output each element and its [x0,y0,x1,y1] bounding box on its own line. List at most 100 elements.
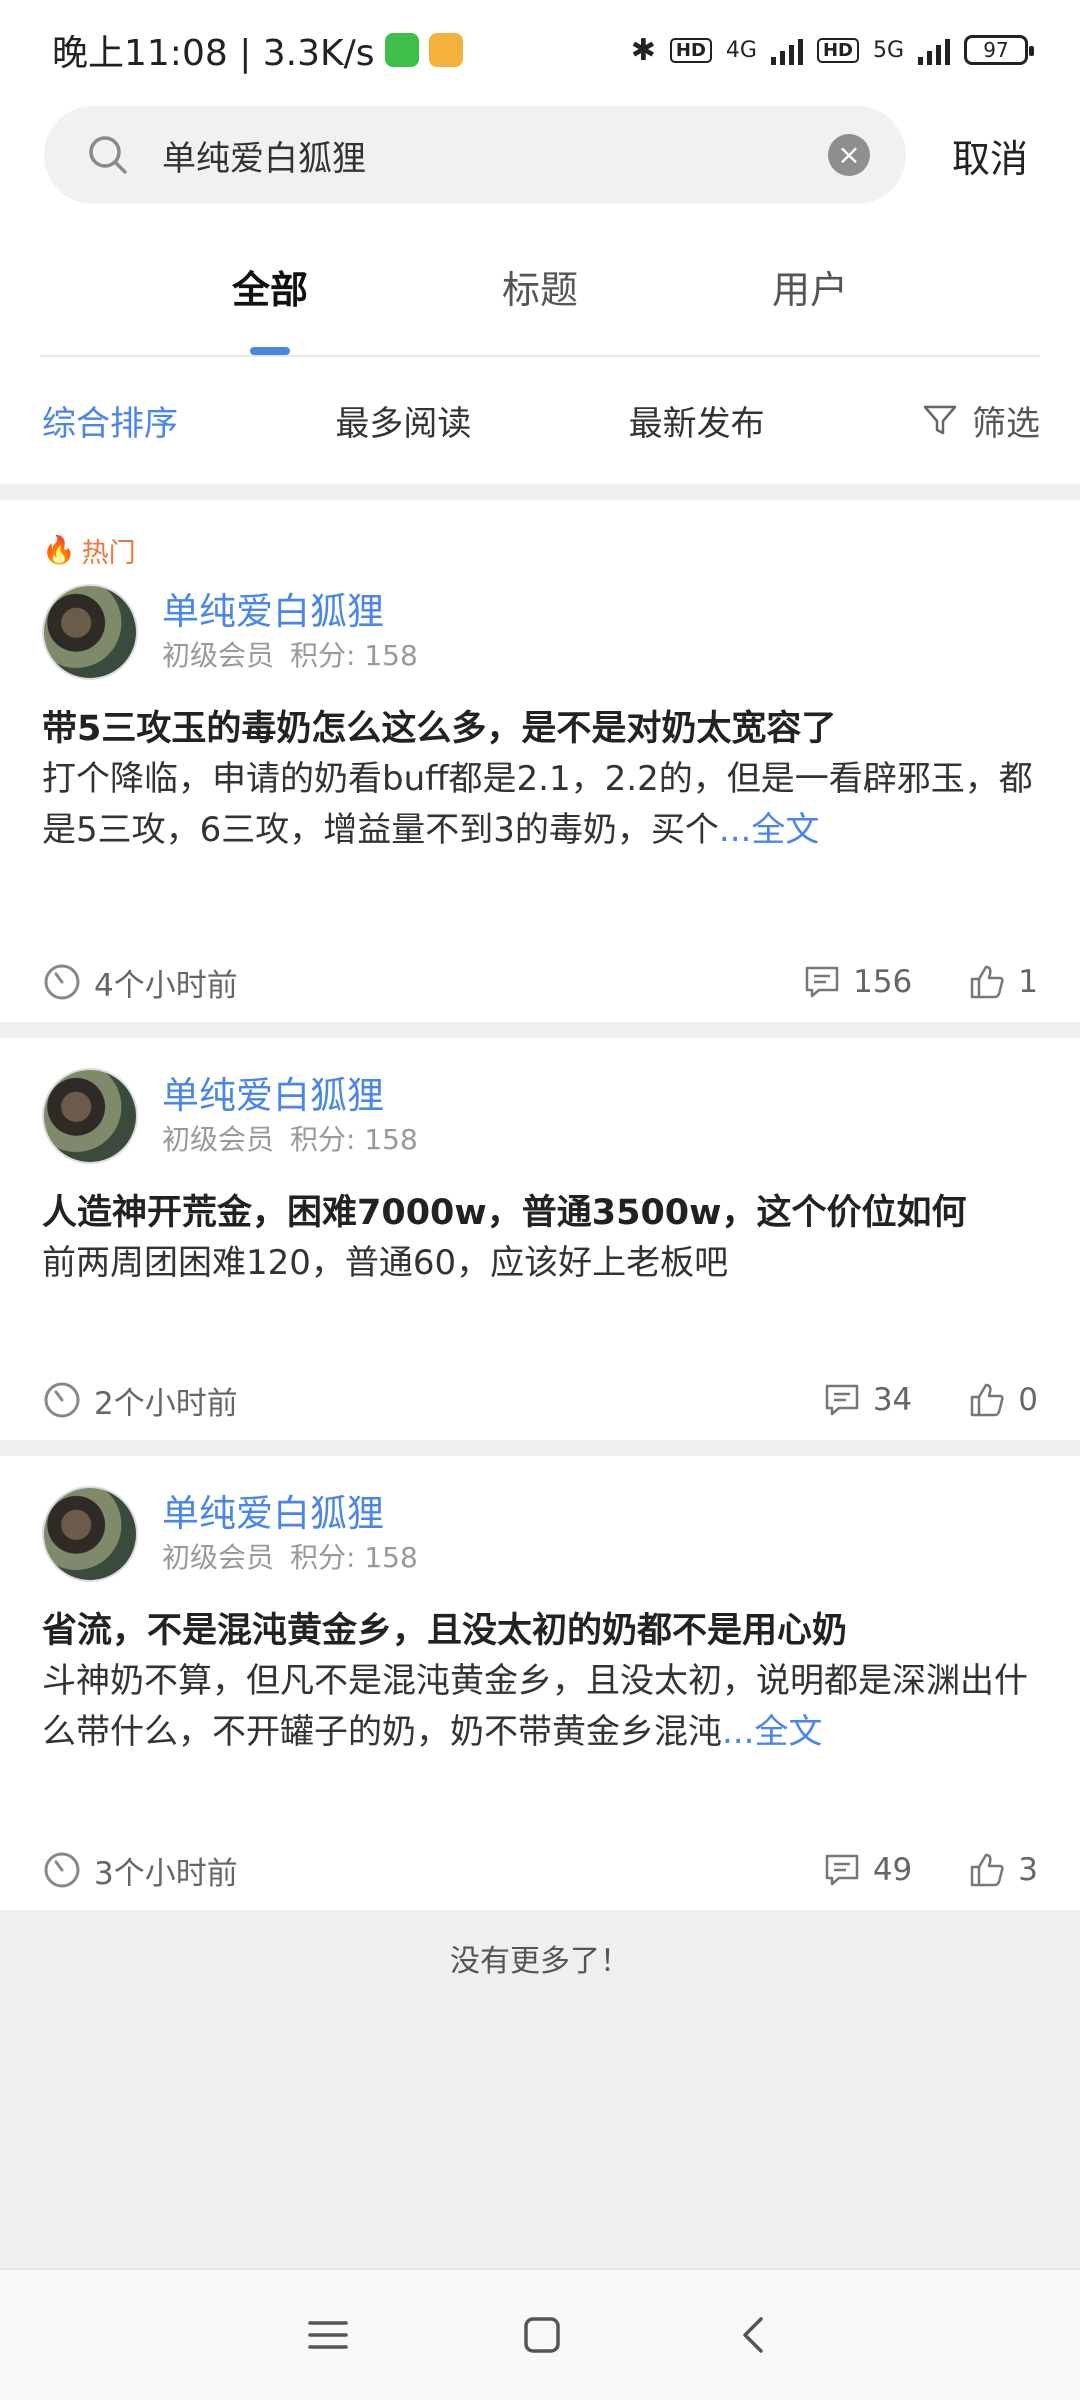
section-gap [0,1440,1080,1456]
like-button[interactable]: 1 [968,963,1038,1001]
avatar[interactable] [42,584,138,680]
comment-count: 34 [872,1382,913,1418]
hot-tag: 🔥 热门 [42,530,1038,570]
cancel-button[interactable]: 取消 [952,128,1028,183]
comment-button[interactable]: 34 [823,1381,912,1419]
menu-icon[interactable] [306,2315,350,2355]
comment-count: 49 [872,1852,913,1888]
author-level: 初级会员 积分: 158 [162,1120,418,1160]
tab-title[interactable]: 标题 [405,250,675,355]
like-count: 1 [1018,964,1038,1000]
avatar[interactable] [42,1068,138,1164]
status-bar: 晚上11:08 | 3.3K/s ✱ HD 4G HD 5G 97 [0,0,1080,100]
post-footer: 4个小时前 156 1 [42,942,1038,1022]
status-right: ✱ HD 4G HD 5G 97 [631,33,1034,68]
post-footer: 3个小时前 49 3 [42,1830,1038,1910]
thumbs-up-icon [971,965,1004,999]
network-label-2: 5G [872,37,904,63]
author-meta: 单纯爱白狐狸 初级会员 积分: 158 [162,1490,418,1578]
system-nav-bar [0,2270,1080,2400]
hd-icon-2: HD [816,37,859,63]
member-level: 初级会员 [162,639,275,672]
like-count: 3 [1018,1852,1038,1888]
post-body-text: 打个降临，申请的奶看buff都是2.1，2.2的，但是一看辟邪玉，都是5三攻，6… [42,759,1033,850]
time-group: 2个小时前 [42,1378,238,1423]
section-gap [0,1022,1080,1038]
read-more-link[interactable]: ...全文 [722,1712,822,1752]
filter-button[interactable]: 筛选 [922,396,1040,445]
member-level: 初级会员 [162,1123,275,1156]
status-left: 晚上11:08 | 3.3K/s [52,24,463,76]
status-time: 晚上11:08 | 3.3K/s [52,33,375,74]
app-notification-icon-2 [428,33,463,67]
post-title[interactable]: 人造神开荒金，困难7000w，普通3500w，这个价位如何 [42,1188,1038,1238]
post-stats: 34 0 [823,1381,1038,1419]
author-row: 单纯爱白狐狸 初级会员 积分: 158 [42,584,1038,680]
sort-newest[interactable]: 最新发布 [629,396,765,445]
tab-bar: 全部 标题 用户 [0,250,1080,355]
post-time: 3个小时前 [94,1855,238,1892]
network-label-1: 4G [725,37,757,63]
author-level: 初级会员 积分: 158 [162,636,418,676]
member-level: 初级会员 [162,1541,275,1574]
filter-icon [923,405,957,435]
section-gap [0,484,1080,500]
clock-icon [44,964,80,1000]
signal-icon [770,35,803,65]
post-stats: 49 3 [823,1851,1038,1889]
tab-all[interactable]: 全部 [135,250,405,355]
clock-icon [44,1852,80,1888]
sort-most-read[interactable]: 最多阅读 [335,396,471,445]
read-more-link[interactable]: ...全文 [719,810,819,850]
avatar[interactable] [42,1486,138,1582]
post-body-text: 前两周团困难120，普通60，应该好上老板吧 [42,1243,729,1283]
post-title[interactable]: 省流，不是混沌黄金乡，且没太初的奶都不是用心奶 [42,1606,1038,1656]
comment-icon [825,1384,859,1416]
post-body[interactable]: 打个降临，申请的奶看buff都是2.1，2.2的，但是一看辟邪玉，都是5三攻，6… [42,754,1038,856]
member-points: 积分: 158 [290,1123,418,1156]
like-button[interactable]: 0 [968,1381,1038,1419]
post-card[interactable]: 🔥 热门 单纯爱白狐狸 初级会员 积分: 158 带5三攻玉的毒奶怎么这么多，是不… [0,500,1080,1022]
hd-icon: HD [669,37,712,63]
app-notification-icon [384,33,419,67]
post-card[interactable]: 单纯爱白狐狸 初级会员 积分: 158 省流，不是混沌黄金乡，且没太初的奶都不是用… [0,1456,1080,1910]
author-level: 初级会员 积分: 158 [162,1538,418,1578]
filter-label: 筛选 [971,403,1040,444]
comment-button[interactable]: 156 [803,963,912,1001]
author-meta: 单纯爱白狐狸 初级会员 积分: 158 [162,588,418,676]
comment-icon [825,1854,859,1886]
post-time: 4个小时前 [94,967,238,1004]
search-input[interactable]: 单纯爱白狐狸 × [44,106,906,204]
back-icon[interactable] [734,2315,774,2355]
battery-icon: 97 [964,35,1034,65]
divider [40,355,1040,357]
sort-comprehensive[interactable]: 综合排序 [42,396,178,445]
member-points: 积分: 158 [290,639,418,672]
search-icon [89,136,127,174]
post-body-text: 斗神奶不算，但凡不是混沌黄金乡，且没太初，说明都是深渊出什么带什么，不开罐子的奶… [42,1661,1028,1752]
post-body[interactable]: 斗神奶不算，但凡不是混沌黄金乡，且没太初，说明都是深渊出什么带什么，不开罐子的奶… [42,1656,1038,1758]
comment-button[interactable]: 49 [823,1851,912,1889]
author-row: 单纯爱白狐狸 初级会员 积分: 158 [42,1486,1038,1582]
comment-icon [805,966,839,998]
post-time: 2个小时前 [94,1385,238,1422]
signal-icon-2 [918,35,950,65]
flame-icon: 🔥 [42,535,76,566]
author-row: 单纯爱白狐狸 初级会员 积分: 158 [42,1068,1038,1164]
thumbs-up-icon [971,1383,1004,1417]
author-name[interactable]: 单纯爱白狐狸 [162,1490,418,1538]
post-title[interactable]: 带5三攻玉的毒奶怎么这么多，是不是对奶太宽容了 [42,704,1038,754]
tab-user[interactable]: 用户 [675,250,945,355]
search-query: 单纯爱白狐狸 [162,138,366,179]
author-name[interactable]: 单纯爱白狐狸 [162,1072,418,1120]
clock-icon [44,1382,80,1418]
author-name[interactable]: 单纯爱白狐狸 [162,588,418,636]
home-icon[interactable] [522,2315,562,2355]
author-meta: 单纯爱白狐狸 初级会员 积分: 158 [162,1072,418,1160]
like-button[interactable]: 3 [968,1851,1038,1889]
clear-icon[interactable]: × [828,134,870,176]
post-body[interactable]: 前两周团困难120，普通60，应该好上老板吧 [42,1238,1038,1289]
time-group: 3个小时前 [42,1848,238,1893]
post-card[interactable]: 单纯爱白狐狸 初级会员 积分: 158 人造神开荒金，困难7000w，普通3500… [0,1038,1080,1440]
post-stats: 156 1 [803,963,1038,1001]
